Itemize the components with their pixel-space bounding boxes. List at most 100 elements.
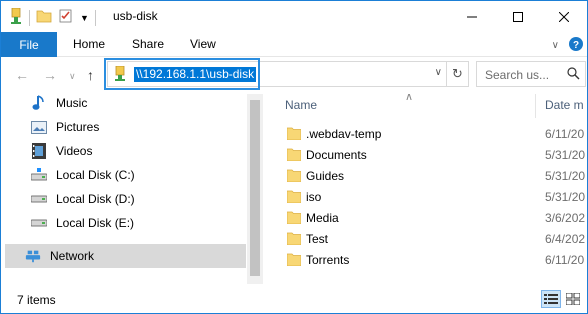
forward-arrow-icon[interactable]: → [43,67,57,83]
folder-icon [287,190,301,203]
nav-item-music[interactable]: Music [31,92,87,114]
details-view-icon [544,294,558,304]
address-row: ← → ∨ ↑ \\192.168.1.1\usb-disk ∨ ↻ Searc… [1,58,587,94]
nav-item-label: Network [50,249,95,263]
address-dropdown-icon[interactable]: ∨ [435,67,442,78]
large-icons-view-icon [566,293,580,305]
tab-share[interactable]: Share [132,37,164,51]
column-header-date[interactable]: Date m [545,98,584,112]
status-bar: 7 items [1,284,587,313]
nav-item-local-disk-d[interactable]: Local Disk (D:) [31,188,135,210]
file-row[interactable]: Torrents 6/11/20 [263,250,587,271]
file-row[interactable]: Media 3/6/202 [263,208,587,229]
tab-file[interactable]: File [1,32,57,57]
close-button[interactable] [541,1,587,32]
file-row[interactable]: iso 5/31/20 [263,187,587,208]
refresh-button[interactable]: ↻ [447,61,469,87]
search-placeholder: Search us... [485,68,550,82]
nav-network-row: Network [25,245,94,267]
file-date: 5/31/20 [545,148,586,162]
tab-home[interactable]: Home [73,37,105,51]
navigation-pane: Music Pictures Videos Local Disk (C:) Lo… [1,94,263,284]
nav-scrollbar-thumb[interactable] [250,100,260,276]
properties-icon[interactable] [58,8,74,27]
explorer-window: ▼ usb-disk File Home Share View ∨ ? ← → … [0,0,588,314]
minimize-button[interactable] [449,1,495,32]
nav-item-local-disk-c[interactable]: Local Disk (C:) [31,164,135,186]
recent-locations-icon[interactable]: ∨ [69,71,76,82]
expand-ribbon-icon[interactable]: ∨ [552,40,559,51]
file-date: 5/31/20 [545,190,586,204]
usb-drive-icon [9,7,23,27]
address-highlight [104,58,260,90]
help-icon[interactable]: ? [569,37,583,54]
new-folder-icon[interactable] [36,8,52,27]
file-list: ∧ Name Date m .webdav-temp 6/11/20 Docum… [263,94,587,284]
nav-item-local-disk-e[interactable]: Local Disk (E:) [31,212,134,234]
file-row[interactable]: Guides 5/31/20 [263,166,587,187]
folder-icon [287,232,301,245]
details-view-button[interactable] [541,290,561,308]
nav-item-label: Local Disk (E:) [56,216,135,230]
qat-divider [29,9,30,26]
search-input[interactable]: Search us... [476,61,586,87]
nav-item-label: Pictures [56,120,100,134]
nav-item-videos[interactable]: Videos [31,140,92,162]
item-count: 7 items [17,293,56,307]
file-row[interactable]: Test 6/4/202 [263,229,587,250]
nav-item-network[interactable]: Network [5,244,246,268]
quick-access-toolbar: ▼ [9,7,102,27]
drive-icon [31,215,47,231]
minimize-icon [467,16,477,17]
folder-icon [287,148,301,161]
file-name: Test [306,232,329,246]
column-header-name[interactable]: Name [285,98,317,112]
column-divider[interactable] [535,94,536,118]
file-date: 6/4/202 [545,232,586,246]
nav-item-label: Local Disk (D:) [56,192,135,206]
file-name: Guides [306,169,345,183]
file-name: Torrents [306,253,350,267]
file-date: 6/11/20 [545,253,585,267]
nav-item-label: Videos [56,144,93,158]
nav-item-label: Local Disk (C:) [56,168,135,182]
nav-scrollbar[interactable] [247,94,263,284]
up-arrow-icon[interactable]: ↑ [87,67,94,83]
title-bar: ▼ usb-disk [1,1,587,32]
maximize-button[interactable] [495,1,541,32]
folder-icon [287,211,301,224]
file-row[interactable]: Documents 5/31/20 [263,145,587,166]
file-name: .webdav-temp [306,127,382,141]
file-name: Documents [306,148,367,162]
search-icon [567,67,580,83]
tab-view[interactable]: View [190,37,216,51]
file-name: Media [306,211,339,225]
qat-divider [94,9,96,26]
network-icon [25,248,41,264]
qat-dropdown-icon[interactable]: ▼ [80,13,89,23]
close-icon [559,11,569,22]
drive-icon [31,191,47,207]
file-name: iso [306,190,322,204]
nav-item-pictures[interactable]: Pictures [31,116,99,138]
sort-ascending-icon: ∧ [405,94,414,103]
drive-c-icon [31,167,47,183]
window-title: usb-disk [113,9,158,23]
music-icon [31,95,47,111]
back-arrow-icon[interactable]: ← [15,67,29,83]
svg-text:?: ? [573,40,579,51]
file-date: 6/11/20 [545,127,585,141]
file-row[interactable]: .webdav-temp 6/11/20 [263,124,587,145]
refresh-icon: ↻ [452,66,463,81]
file-date: 5/31/20 [545,169,586,183]
large-icons-view-button[interactable] [563,290,583,308]
videos-icon [31,143,47,159]
file-date: 3/6/202 [545,211,586,225]
ribbon-tabs: File Home Share View ∨ ? [1,32,587,57]
folder-icon [287,127,301,140]
maximize-icon [513,11,523,22]
folder-icon [287,253,301,266]
pictures-icon [31,119,47,135]
folder-icon [287,169,301,182]
nav-item-label: Music [56,96,88,110]
